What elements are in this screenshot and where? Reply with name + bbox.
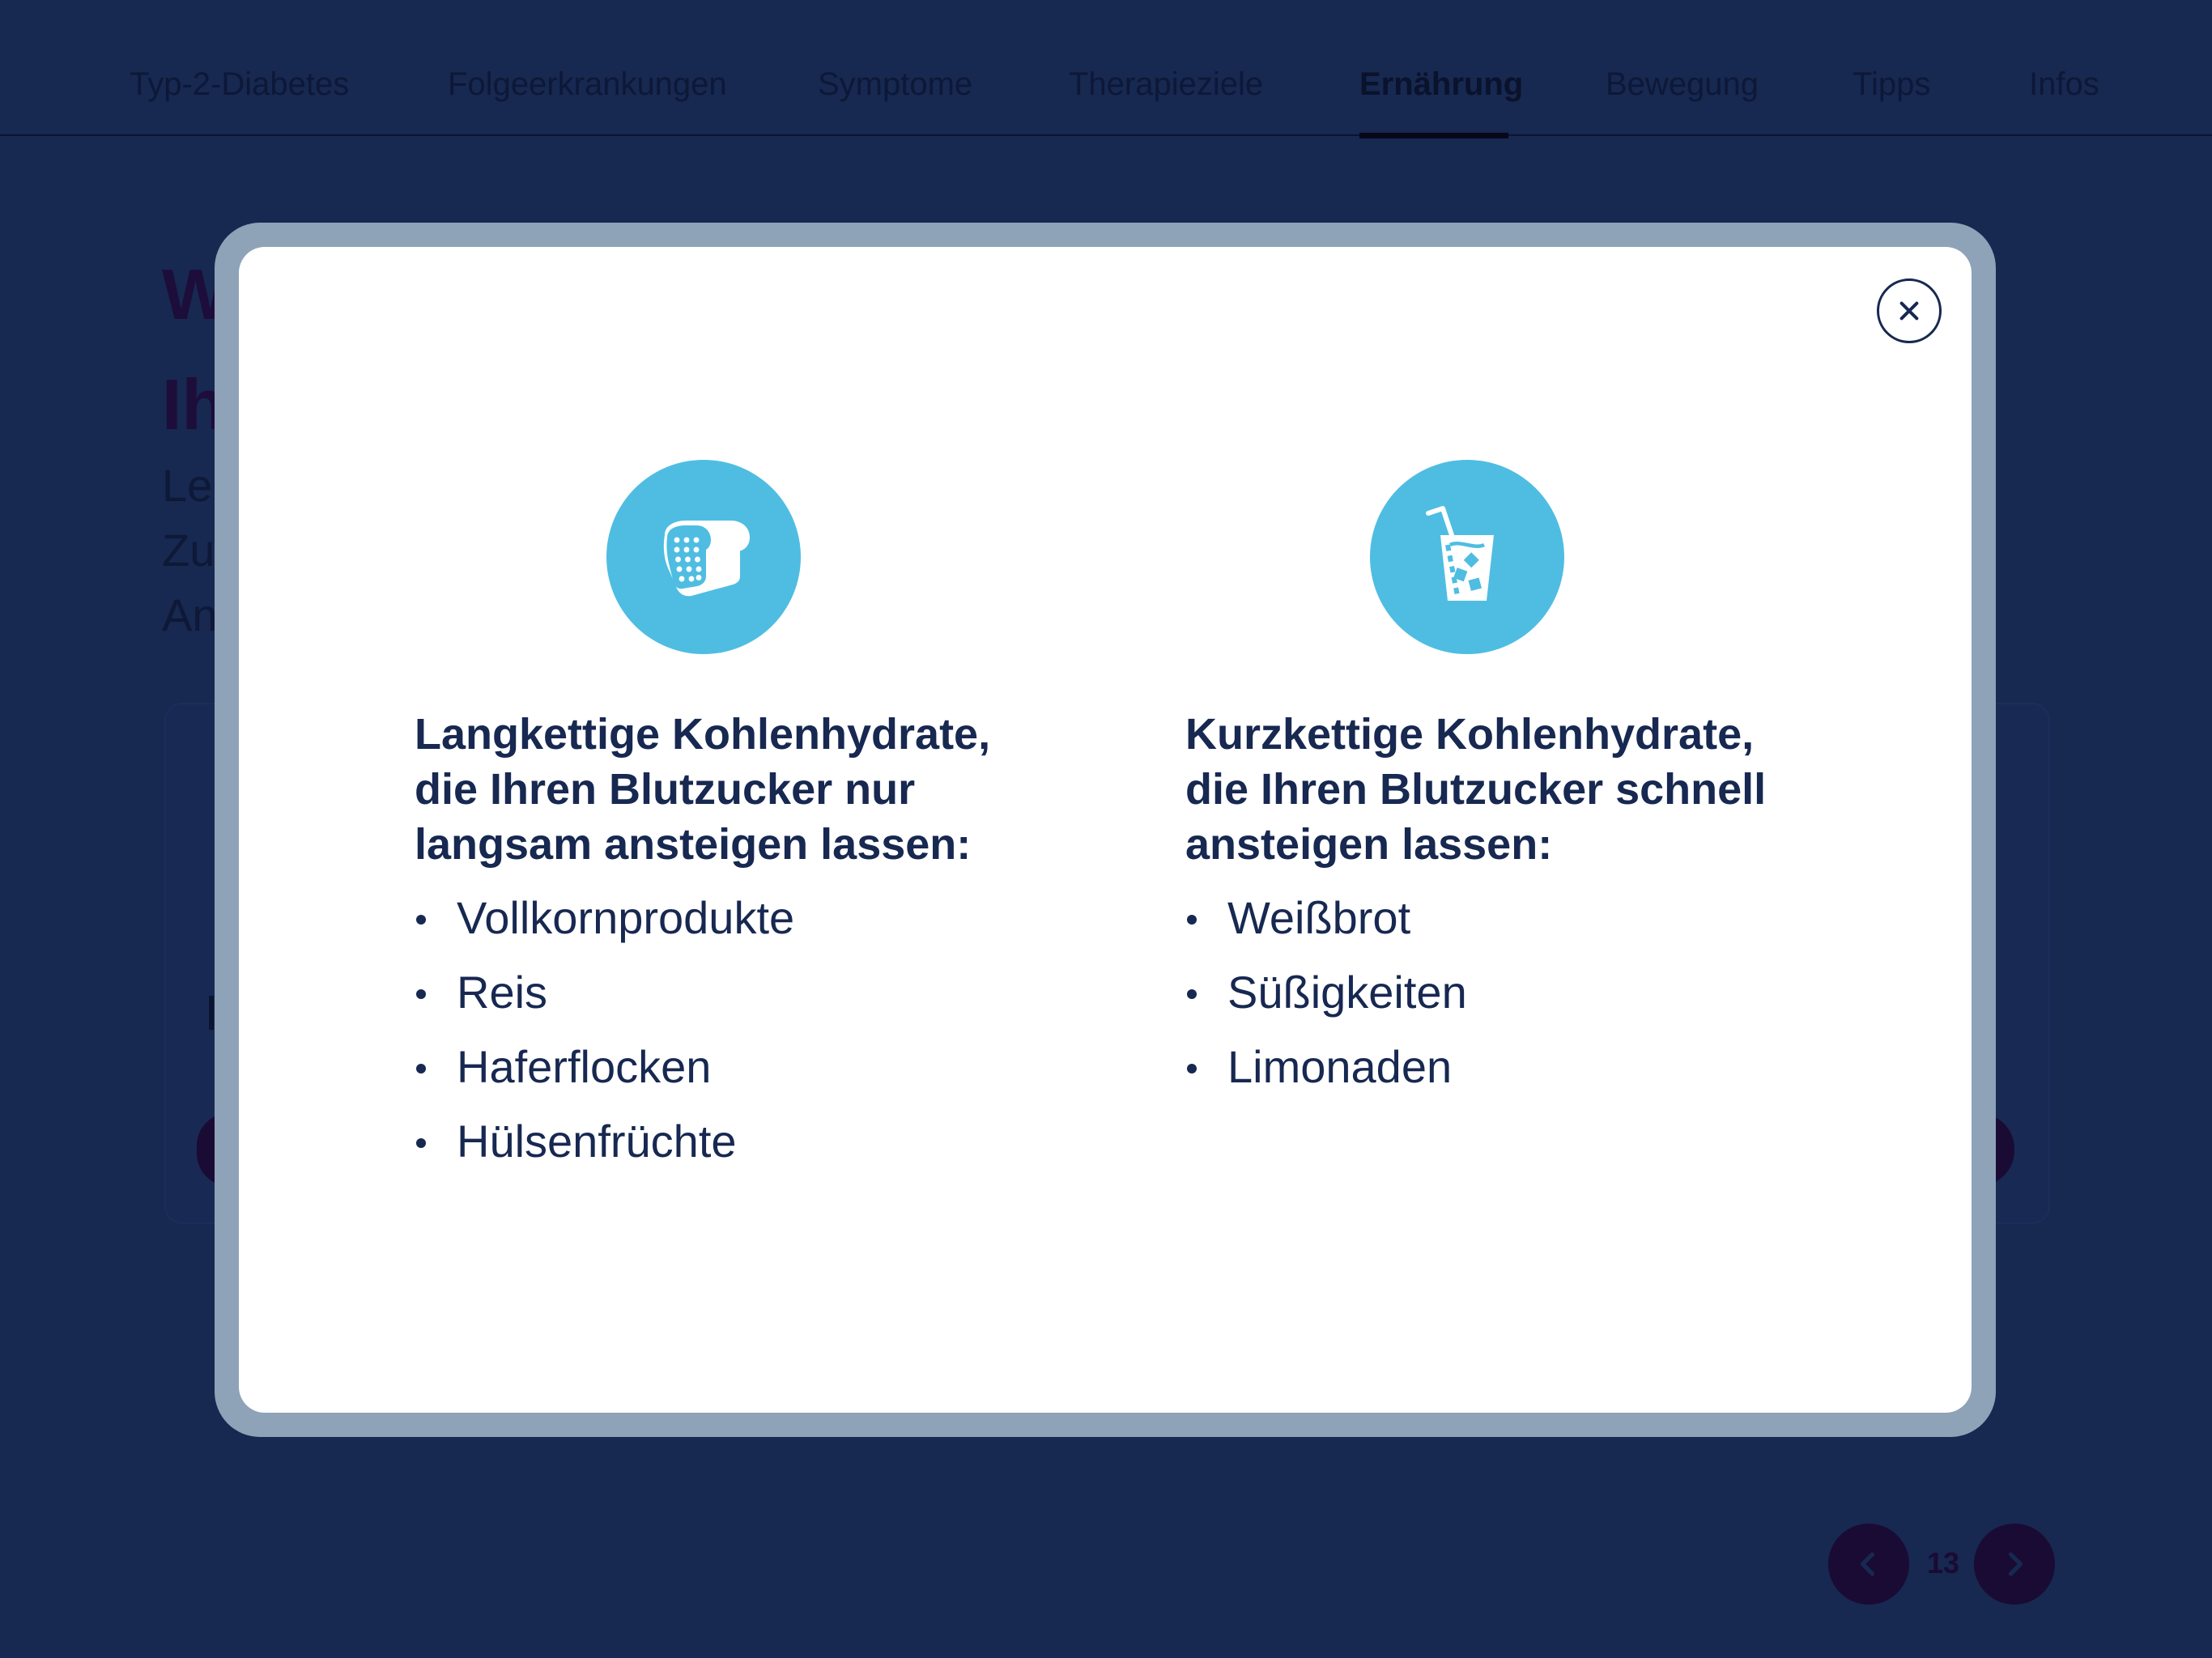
list-item: Reis — [415, 955, 794, 1030]
bread-icon — [606, 460, 801, 654]
nav-tab-ernaehrung[interactable]: Ernährung — [1359, 68, 1523, 100]
long-chain-list: Vollkornprodukte Reis Haferflocken Hülse… — [415, 881, 794, 1179]
background-card-text-fragment — [209, 996, 214, 1030]
page-lead-line: Zu — [162, 525, 215, 576]
previous-page-button[interactable] — [1828, 1524, 1909, 1605]
list-item: Limonaden — [1185, 1030, 1467, 1104]
short-chain-list: Weißbrot Süßigkeiten Limonaden — [1185, 881, 1467, 1104]
soft-drink-icon — [1370, 460, 1564, 654]
nav-tab-bewegung[interactable]: Bewegung — [1606, 68, 1759, 100]
nav-tab-symptome[interactable]: Symptome — [818, 68, 972, 100]
list-item: Süßigkeiten — [1185, 955, 1467, 1030]
list-item: Haferflocken — [415, 1030, 794, 1104]
short-chain-title: Kurzkettige Kohlenhydrate, die Ihren Blu… — [1185, 710, 1767, 869]
list-item: Vollkornprodukte — [415, 881, 794, 955]
list-item: Weißbrot — [1185, 881, 1467, 955]
list-item: Hülsenfrüchte — [415, 1104, 794, 1179]
page-number: 13 — [1926, 1546, 1960, 1579]
page-lead-text: Le Zu An — [162, 453, 218, 648]
nav-tab-infos[interactable]: Infos — [2029, 68, 2099, 100]
chevron-left-icon — [1860, 1552, 1875, 1576]
nav-tab-folgeerkrankungen[interactable]: Folgeerkrankungen — [448, 68, 727, 100]
close-icon — [1899, 301, 1919, 321]
nav-tab-therapieziele[interactable]: Therapieziele — [1069, 68, 1263, 100]
chevron-right-icon — [2008, 1552, 2023, 1576]
page-lead-line: Le — [162, 460, 213, 511]
close-button[interactable] — [1877, 278, 1942, 343]
long-chain-title: Langkettige Kohlenhydrate, die Ihren Blu… — [415, 710, 991, 869]
active-tab-indicator — [1359, 133, 1508, 138]
top-navigation: Typ-2-Diabetes Folgeerkrankungen Symptom… — [0, 0, 2212, 138]
nav-tab-typ-2-diabetes[interactable]: Typ-2-Diabetes — [130, 68, 349, 100]
page-lead-line: An — [162, 589, 218, 640]
next-page-button[interactable] — [1974, 1524, 2055, 1605]
nav-tab-tipps[interactable]: Tipps — [1853, 68, 1930, 100]
